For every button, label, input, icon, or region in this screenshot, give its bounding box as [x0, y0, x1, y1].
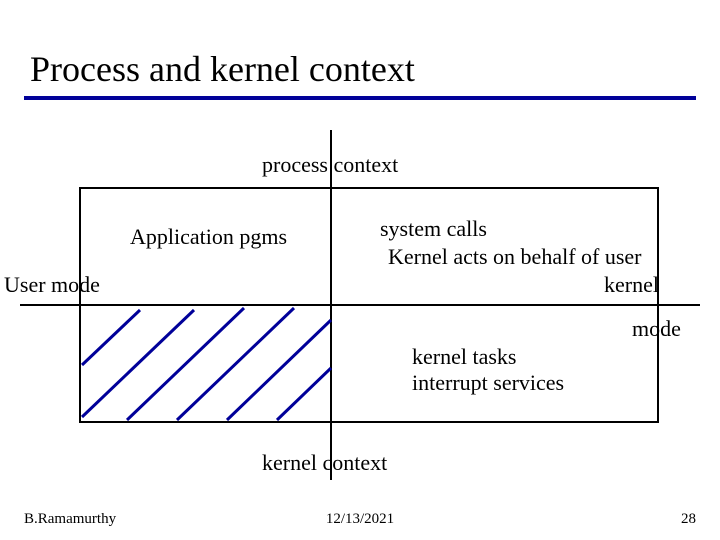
label-user-mode: User mode: [4, 272, 100, 298]
label-interrupt-services: interrupt services: [412, 370, 564, 396]
label-kernel-acts: Kernel acts on behalf of user: [388, 244, 642, 270]
label-process-context: process context: [262, 152, 398, 178]
footer-author: B.Ramamurthy: [24, 511, 116, 528]
label-system-calls: system calls: [380, 216, 487, 242]
label-application-pgms: Application pgms: [130, 224, 287, 250]
label-kernel-right: kernel: [604, 272, 659, 298]
label-kernel-tasks: kernel tasks: [412, 344, 516, 370]
footer-page-number: 28: [681, 511, 696, 528]
label-mode-right: mode: [632, 316, 681, 342]
footer-date: 12/13/2021: [326, 511, 394, 528]
label-kernel-context: kernel context: [262, 450, 387, 476]
